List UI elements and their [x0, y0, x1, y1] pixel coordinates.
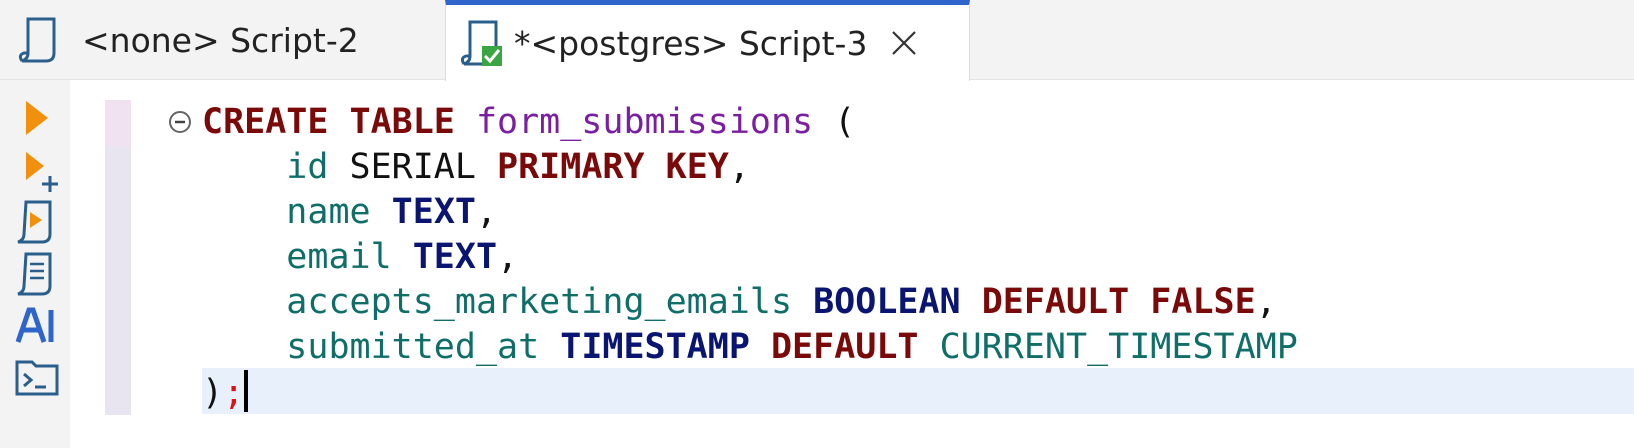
code-token: ;: [223, 373, 245, 413]
code-token: (: [813, 102, 856, 142]
script-connected-icon: [460, 20, 502, 66]
sql-editor-toolbar: [0, 80, 70, 448]
code-token: ,: [728, 147, 750, 187]
code-line: submitted_at TIMESTAMP DEFAULT CURRENT_T…: [202, 325, 1298, 370]
explain-plan-icon[interactable]: [14, 250, 60, 296]
code-token: DEFAULT: [770, 327, 919, 367]
close-icon[interactable]: [889, 28, 919, 58]
code-line: );: [202, 370, 1298, 415]
code-token: accepts_marketing_emails: [286, 282, 793, 322]
tab-label: <none> Script-2: [82, 20, 359, 60]
code-token: submitted_at: [286, 327, 540, 367]
code-token: CURRENT_TIMESTAMP: [939, 327, 1298, 367]
code-token: TABLE: [349, 102, 455, 142]
code-token: TEXT: [391, 192, 476, 232]
code-token: email: [286, 237, 392, 277]
code-token: ,: [497, 237, 519, 277]
execute-in-new-tab-icon[interactable]: [14, 148, 60, 194]
code-token: KEY: [665, 147, 729, 187]
editor-gutter-highlight: [105, 100, 131, 146]
code-token: PRIMARY: [497, 147, 645, 187]
fold-collapse-icon[interactable]: [168, 110, 192, 134]
tab-script-3[interactable]: *<postgres> Script-3: [445, 0, 970, 81]
ai-assistant-icon[interactable]: [14, 302, 60, 348]
code-token: DEFAULT: [981, 282, 1130, 322]
code-token: form_submissions: [475, 102, 814, 142]
code-token: FALSE: [1150, 282, 1256, 322]
code-token: SERIAL: [328, 147, 498, 187]
code-line: CREATE TABLE form_submissions (: [202, 100, 1298, 145]
code-line: id SERIAL PRIMARY KEY,: [202, 145, 1298, 190]
code-token: TIMESTAMP: [560, 327, 750, 367]
code-line: email TEXT,: [202, 235, 1298, 280]
editor-gutter: [105, 100, 131, 415]
code-token: id: [286, 147, 329, 187]
text-cursor: [244, 370, 249, 412]
editor-tab-bar: <none> Script-2 *<postgres> Script-3: [0, 0, 1634, 81]
code-token: ): [202, 373, 224, 413]
code-token: name: [286, 192, 371, 232]
tab-label: *<postgres> Script-3: [514, 23, 868, 63]
code-token: CREATE: [202, 102, 329, 142]
code-line: name TEXT,: [202, 190, 1298, 235]
code-token: TEXT: [412, 237, 498, 277]
terminal-icon[interactable]: [14, 354, 60, 400]
execute-script-icon[interactable]: [14, 198, 60, 244]
script-file-icon: [18, 17, 56, 63]
code-token: BOOLEAN: [813, 282, 961, 322]
tab-script-2[interactable]: <none> Script-2: [0, 0, 445, 80]
execute-statement-icon[interactable]: [14, 95, 60, 141]
code-token: ,: [475, 192, 498, 232]
sql-code[interactable]: CREATE TABLE form_submissions ( id SERIA…: [202, 100, 1298, 415]
code-line: accepts_marketing_emails BOOLEAN DEFAULT…: [202, 280, 1298, 325]
code-token: ,: [1255, 282, 1277, 322]
